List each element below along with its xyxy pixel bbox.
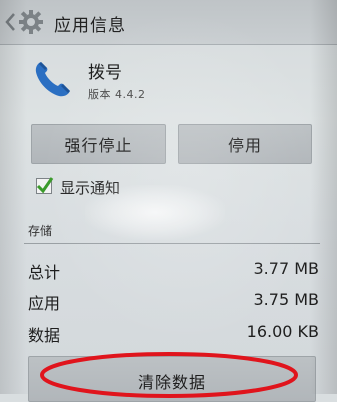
checkmark-icon bbox=[36, 177, 54, 194]
storage-data-label: 数据 bbox=[28, 326, 61, 345]
storage-app-value: 3.75 MB bbox=[253, 290, 320, 309]
phone-icon bbox=[32, 58, 74, 100]
storage-section-header: 存储 bbox=[28, 224, 53, 238]
force-stop-button[interactable]: 强行停止 bbox=[31, 124, 166, 164]
gear-icon[interactable] bbox=[18, 9, 44, 35]
show-notifications-checkbox[interactable] bbox=[36, 177, 54, 194]
app-info-screen: 应用信息 拨号 版本 4.4.2 强行停止 停用 显示通知 存储 总计 3.77… bbox=[0, 0, 337, 402]
action-bar: 应用信息 bbox=[0, 0, 337, 45]
storage-total-value: 3.77 MB bbox=[253, 259, 320, 278]
section-divider bbox=[24, 243, 320, 244]
disable-button[interactable]: 停用 bbox=[178, 124, 312, 164]
back-arrow-icon[interactable] bbox=[4, 11, 18, 33]
show-notifications-label: 显示通知 bbox=[60, 179, 121, 197]
clear-data-button[interactable]: 清除数据 bbox=[28, 356, 316, 402]
storage-data-value: 16.00 KB bbox=[246, 322, 319, 341]
app-version: 版本 4.4.2 bbox=[88, 88, 146, 101]
app-name: 拨号 bbox=[88, 63, 122, 83]
storage-total-label: 总计 bbox=[28, 263, 61, 282]
page-title: 应用信息 bbox=[54, 16, 126, 36]
storage-app-label: 应用 bbox=[28, 294, 61, 313]
